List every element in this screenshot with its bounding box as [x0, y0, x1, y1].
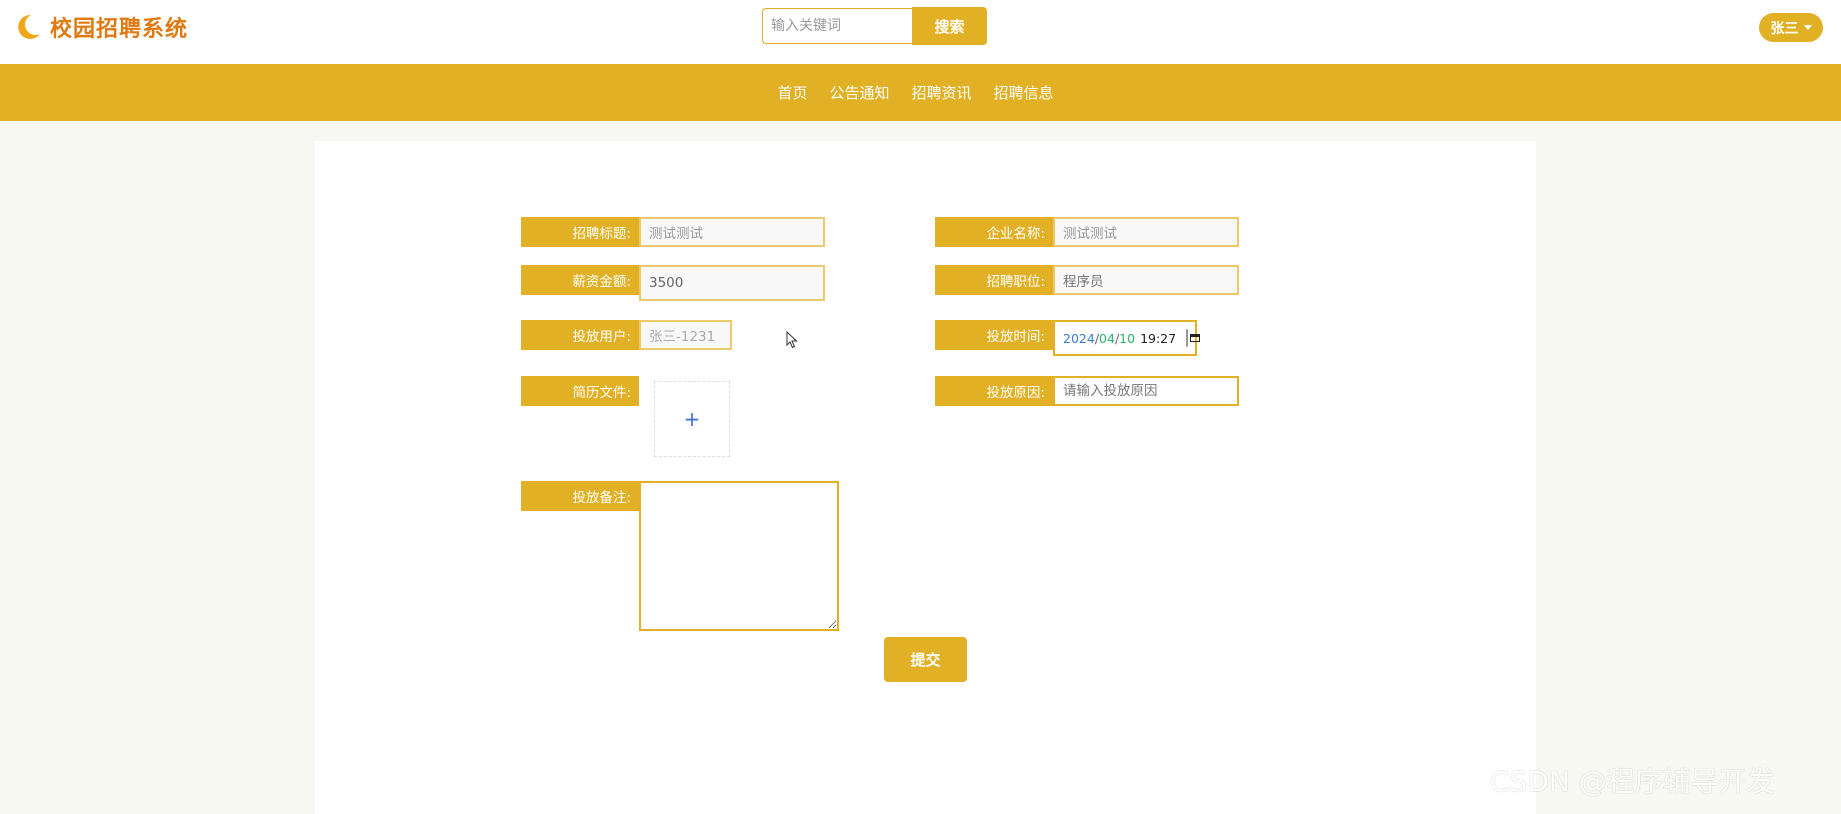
nav-item-news[interactable]: 招聘资讯 [912, 82, 972, 103]
search-button[interactable]: 搜索 [912, 7, 987, 45]
user-field[interactable] [639, 320, 732, 350]
user-menu[interactable]: 张三 [1759, 13, 1823, 42]
caret-down-icon [1803, 25, 1812, 30]
reason-label: 投放原因: [935, 376, 1053, 406]
remark-textarea[interactable] [639, 481, 839, 631]
date-year: 2024 [1063, 330, 1095, 346]
salary-field[interactable] [639, 265, 825, 301]
nav-item-jobs[interactable]: 招聘信息 [994, 82, 1054, 103]
company-field[interactable] [1053, 217, 1239, 247]
title-label: 招聘标题: [521, 217, 639, 247]
submit-button[interactable]: 提交 [884, 637, 967, 682]
header: 校园招聘系统 搜索 张三 [0, 0, 1841, 64]
search-bar: 搜索 [762, 7, 987, 45]
calendar-icon[interactable] [1186, 329, 1201, 347]
time-label: 投放时间: [935, 320, 1053, 350]
resume-label: 简历文件: [521, 376, 639, 406]
company-label: 企业名称: [935, 217, 1053, 247]
remark-label: 投放备注: [521, 481, 639, 511]
nav-item-home[interactable]: 首页 [777, 82, 807, 103]
resume-upload[interactable]: + [654, 381, 730, 457]
moon-icon [18, 14, 40, 39]
date-day: 10 [1119, 330, 1136, 346]
nav-item-notices[interactable]: 公告通知 [829, 82, 889, 103]
salary-label: 薪资金额: [521, 265, 639, 295]
time-field[interactable]: 2024 / 04 / 10 19:27 [1053, 320, 1201, 356]
reason-field[interactable] [1053, 376, 1239, 406]
logo[interactable]: 校园招聘系统 [14, 12, 188, 42]
position-label: 招聘职位: [935, 265, 1053, 295]
main-nav: 首页 公告通知 招聘资讯 招聘信息 [0, 64, 1841, 121]
date-time: 19:27 [1140, 330, 1177, 346]
plus-icon: + [683, 407, 701, 431]
form-panel: 招聘标题: 企业名称: 薪资金额: 招聘职位: 投放用户: 投放时间: 2024… [315, 141, 1536, 814]
title-field[interactable] [639, 217, 825, 247]
position-field[interactable] [1053, 265, 1239, 295]
search-input[interactable] [762, 8, 912, 44]
mouse-cursor-icon [786, 331, 798, 349]
user-label: 投放用户: [521, 320, 639, 350]
watermark: CSDN @程序辅导开发 [1490, 765, 1775, 798]
date-month: 04 [1099, 330, 1115, 346]
user-name: 张三 [1770, 20, 1799, 37]
site-title: 校园招聘系统 [50, 17, 189, 42]
